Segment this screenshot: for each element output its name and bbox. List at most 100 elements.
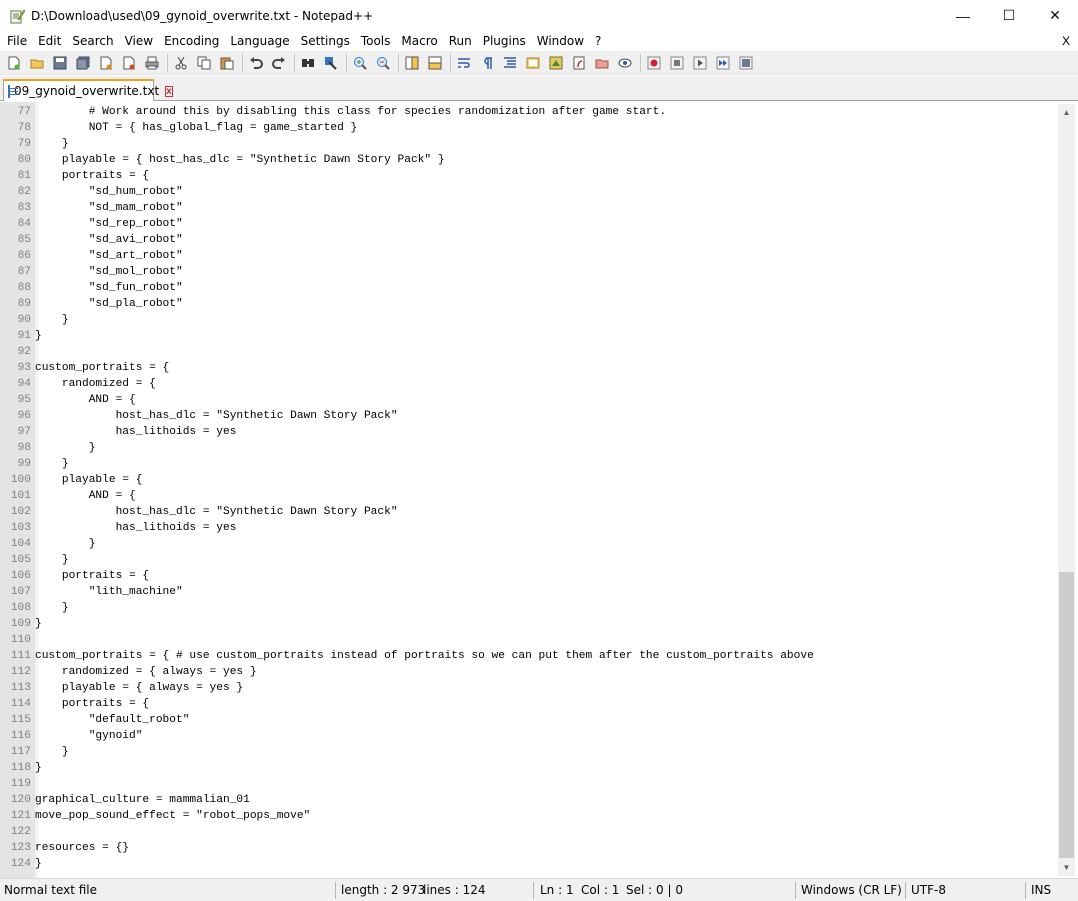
monitoring-button[interactable]	[615, 53, 635, 73]
close-all-button[interactable]	[119, 53, 139, 73]
code-line[interactable]: 89 "sd_pla_robot"	[0, 296, 1056, 312]
code-line[interactable]: 94 randomized = {	[0, 376, 1056, 392]
code-line[interactable]: 82 "sd_hum_robot"	[0, 184, 1056, 200]
run-macro-multiple-button[interactable]	[713, 53, 733, 73]
code-line[interactable]: 87 "sd_mol_robot"	[0, 264, 1056, 280]
code-line[interactable]: 121 move_pop_sound_effect = "robot_pops_m…	[0, 808, 1056, 824]
code-line[interactable]: 96 host_has_dlc = "Synthetic Dawn Story …	[0, 408, 1056, 424]
sync-horizontal-button[interactable]	[425, 53, 445, 73]
document-map-button[interactable]	[546, 53, 566, 73]
scroll-down-button[interactable]: ▼	[1058, 859, 1075, 876]
code-line[interactable]: 107 "lith_machine"	[0, 584, 1056, 600]
cut-button[interactable]	[171, 53, 191, 73]
scroll-up-button[interactable]: ▲	[1058, 104, 1075, 121]
code-line[interactable]: 108 }	[0, 600, 1056, 616]
code-line[interactable]: 115 "default_robot"	[0, 712, 1056, 728]
maximize-button[interactable]: ☐	[986, 0, 1032, 31]
code-line[interactable]: 112 randomized = { always = yes }	[0, 664, 1056, 680]
new-file-button[interactable]	[4, 53, 24, 73]
code-line[interactable]: 114 portraits = {	[0, 696, 1056, 712]
replace-button[interactable]	[321, 53, 341, 73]
folder-workspace-button[interactable]	[592, 53, 612, 73]
code-line[interactable]: 93 custom_portraits = {	[0, 360, 1056, 376]
menu-search[interactable]: Search	[68, 31, 117, 51]
menu-settings[interactable]: Settings	[297, 31, 354, 51]
code-line[interactable]: 85 "sd_avi_robot"	[0, 232, 1056, 248]
code-line[interactable]: 106 portraits = {	[0, 568, 1056, 584]
play-macro-button[interactable]	[690, 53, 710, 73]
vertical-scrollbar[interactable]: ▲ ▼	[1058, 104, 1075, 876]
code-line[interactable]: 88 "sd_fun_robot"	[0, 280, 1056, 296]
menu-view[interactable]: View	[121, 31, 157, 51]
print-button[interactable]	[142, 53, 162, 73]
code-line[interactable]: 84 "sd_rep_robot"	[0, 216, 1056, 232]
code-line[interactable]: 90 }	[0, 312, 1056, 328]
code-line[interactable]: 105 }	[0, 552, 1056, 568]
save-macro-button[interactable]	[736, 53, 756, 73]
code-line[interactable]: 91}	[0, 328, 1056, 344]
close-window-button[interactable]: ✕	[1032, 0, 1078, 31]
code-line[interactable]: 102 host_has_dlc = "Synthetic Dawn Story…	[0, 504, 1056, 520]
sync-vertical-button[interactable]	[402, 53, 422, 73]
code-line[interactable]: 124}	[0, 856, 1056, 872]
code-line[interactable]: 99 }	[0, 456, 1056, 472]
code-line[interactable]: 116 "gynoid"	[0, 728, 1056, 744]
menu-help[interactable]: ?	[591, 31, 605, 51]
code-line[interactable]: 104 }	[0, 536, 1056, 552]
eol-format[interactable]: Windows (CR LF)	[801, 879, 902, 901]
user-defined-language-button[interactable]	[523, 53, 543, 73]
find-button[interactable]	[298, 53, 318, 73]
code-line[interactable]: 122	[0, 824, 1056, 840]
code-line[interactable]: 78 NOT = { has_global_flag = game_starte…	[0, 120, 1056, 136]
stop-macro-button[interactable]	[667, 53, 687, 73]
code-line[interactable]: 98 }	[0, 440, 1056, 456]
code-line[interactable]: 110	[0, 632, 1056, 648]
record-macro-button[interactable]	[644, 53, 664, 73]
menu-run[interactable]: Run	[445, 31, 476, 51]
file-encoding[interactable]: UTF-8	[911, 879, 946, 901]
code-line[interactable]: 80 playable = { host_has_dlc = "Syntheti…	[0, 152, 1056, 168]
close-document-button[interactable]: X	[1062, 31, 1070, 51]
word-wrap-button[interactable]	[454, 53, 474, 73]
redo-button[interactable]	[269, 53, 289, 73]
code-line[interactable]: 109}	[0, 616, 1056, 632]
code-line[interactable]: 81 portraits = {	[0, 168, 1056, 184]
menu-macro[interactable]: Macro	[397, 31, 441, 51]
save-all-button[interactable]	[73, 53, 93, 73]
menu-encoding[interactable]: Encoding	[160, 31, 223, 51]
typing-mode[interactable]: INS	[1031, 879, 1051, 901]
function-list-button[interactable]	[569, 53, 589, 73]
code-line[interactable]: 92	[0, 344, 1056, 360]
zoom-in-button[interactable]	[350, 53, 370, 73]
tab-09-gynoid-overwrite[interactable]: 09_gynoid_overwrite.txt x	[3, 79, 173, 101]
code-line[interactable]: 86 "sd_art_robot"	[0, 248, 1056, 264]
editor[interactable]: 77 # Work around this by disabling this …	[0, 102, 1078, 878]
code-line[interactable]: 111 custom_portraits = { # use custom_por…	[0, 648, 1056, 664]
save-button[interactable]	[50, 53, 70, 73]
code-line[interactable]: 100 playable = {	[0, 472, 1056, 488]
tab-close-button[interactable]: x	[165, 85, 173, 97]
code-line[interactable]: 79 }	[0, 136, 1056, 152]
copy-button[interactable]	[194, 53, 214, 73]
code-line[interactable]: 119	[0, 776, 1056, 792]
minimize-button[interactable]: —	[940, 0, 986, 31]
show-all-chars-button[interactable]	[477, 53, 497, 73]
code-line[interactable]: 101 AND = {	[0, 488, 1056, 504]
indent-guide-button[interactable]	[500, 53, 520, 73]
close-file-button[interactable]	[96, 53, 116, 73]
code-line[interactable]: 77 # Work around this by disabling this …	[0, 104, 1056, 120]
menu-language[interactable]: Language	[226, 31, 293, 51]
menu-file[interactable]: File	[3, 31, 31, 51]
code-line[interactable]: 123 resources = {}	[0, 840, 1056, 856]
zoom-out-button[interactable]	[373, 53, 393, 73]
code-line[interactable]: 120 graphical_culture = mammalian_01	[0, 792, 1056, 808]
code-line[interactable]: 117 }	[0, 744, 1056, 760]
menu-edit[interactable]: Edit	[34, 31, 65, 51]
open-file-button[interactable]	[27, 53, 47, 73]
code-line[interactable]: 103 has_lithoids = yes	[0, 520, 1056, 536]
code-line[interactable]: 113 playable = { always = yes }	[0, 680, 1056, 696]
code-line[interactable]: 97 has_lithoids = yes	[0, 424, 1056, 440]
menu-window[interactable]: Window	[533, 31, 588, 51]
code-line[interactable]: 95 AND = {	[0, 392, 1056, 408]
menu-tools[interactable]: Tools	[357, 31, 395, 51]
